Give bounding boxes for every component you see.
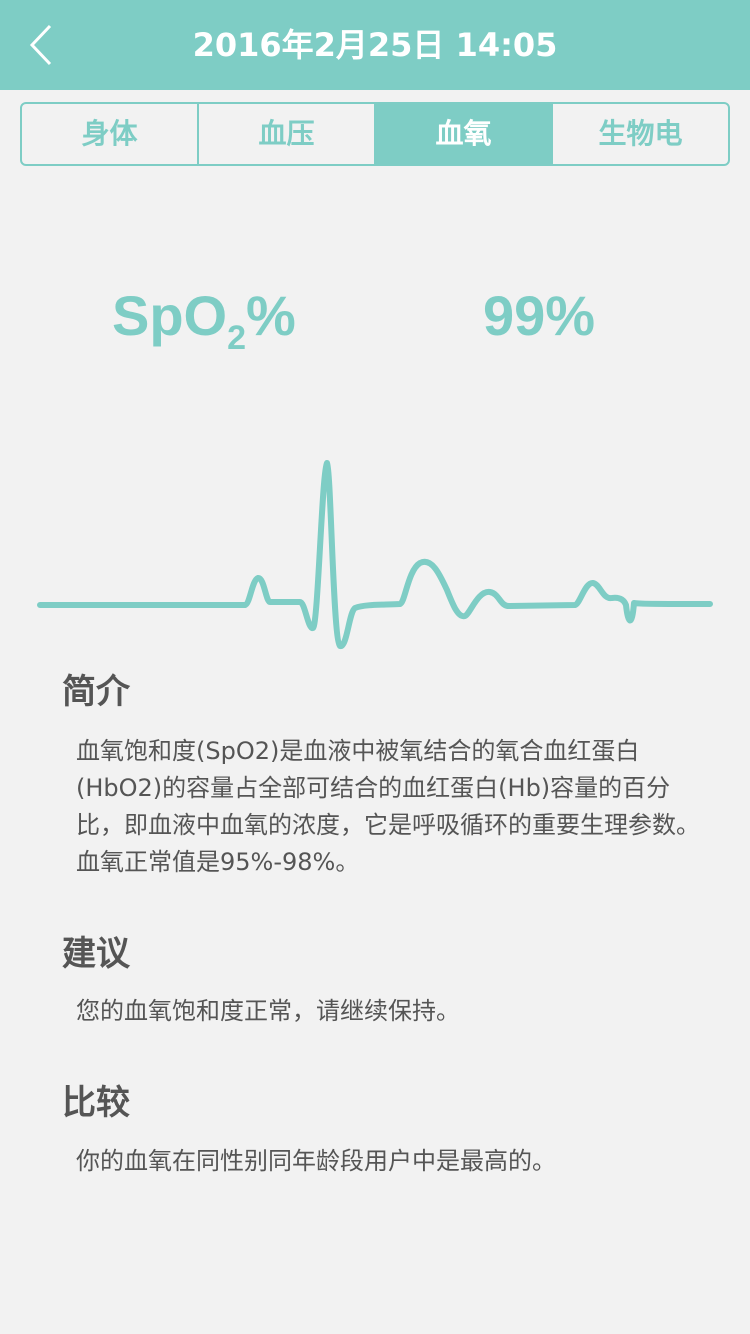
- pulse-waveform: [37, 460, 713, 649]
- spo2-label-main: SpO: [112, 284, 228, 347]
- pulse-wave-line: [37, 460, 713, 649]
- tab-blood-pressure[interactable]: 血压: [199, 104, 376, 164]
- tab-blood-oxygen[interactable]: 血氧: [376, 104, 553, 164]
- intro-text: 血氧饱和度(SpO2)是血液中被氧结合的氧合血红蛋白(HbO2)的容量占全部可结…: [76, 737, 700, 876]
- spo2-value: 99%: [483, 284, 596, 347]
- intro-heading: 简介: [62, 672, 130, 712]
- advice-text: 您的血氧饱和度正常，请继续保持。: [76, 997, 460, 1025]
- compare-heading: 比较: [62, 1083, 130, 1123]
- tab-body[interactable]: 身体: [22, 104, 199, 164]
- compare-text: 你的血氧在同性别同年龄段用户中是最高的。: [76, 1147, 556, 1175]
- tab-bar: 身体 血压 血氧 生物电: [20, 102, 730, 166]
- header-bar: 2016年2月25日 14:05: [0, 0, 750, 90]
- spo2-label-subscript: 2: [227, 319, 247, 357]
- spo2-label: SpO2%: [112, 283, 296, 358]
- tab-bioelectric[interactable]: 生物电: [553, 104, 728, 164]
- spo2-label-suffix: %: [246, 284, 296, 347]
- page-title: 2016年2月25日 14:05: [192, 26, 558, 64]
- advice-heading: 建议: [62, 934, 130, 974]
